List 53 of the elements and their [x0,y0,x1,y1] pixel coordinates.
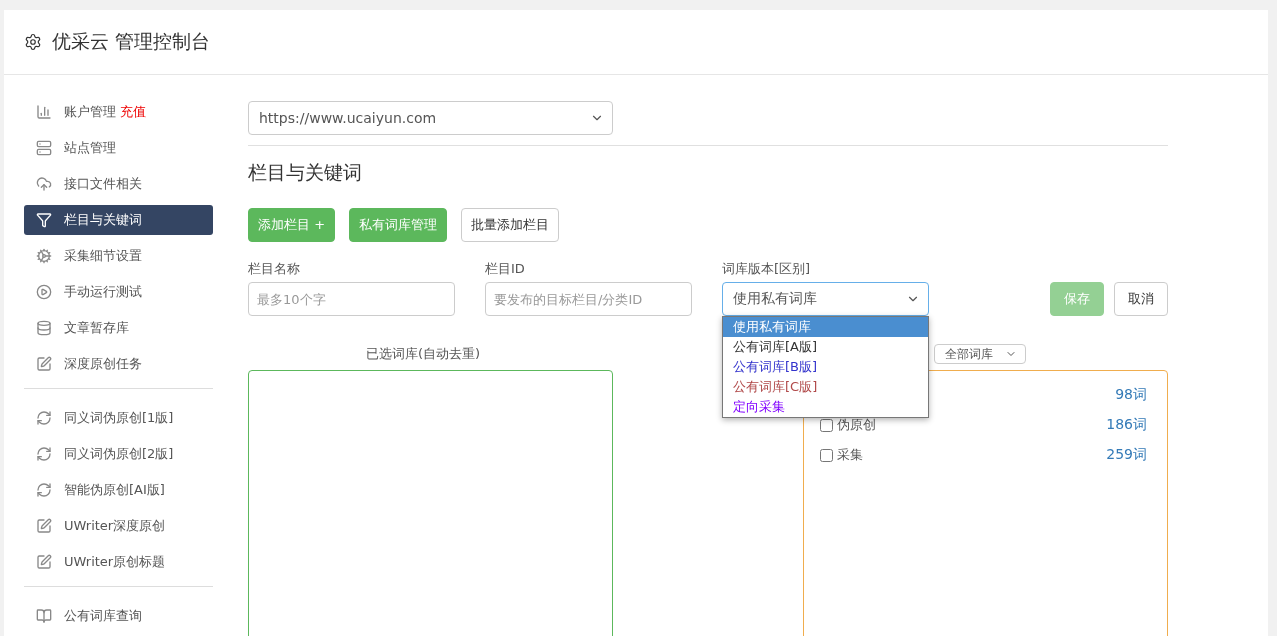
sidebar-item[interactable]: 文章暂存库 [24,313,213,343]
cloud-upload-icon [36,176,52,192]
field-label: 栏目名称 [248,260,301,278]
refresh-icon [36,482,52,498]
filter-icon [36,212,52,228]
action-button[interactable]: 批量添加栏目 [461,208,560,242]
play-icon [36,284,52,300]
library-checkbox[interactable] [820,418,833,432]
section-title: 栏目与关键词 [248,160,363,185]
library-name: 采集 [837,446,863,464]
settings-icon [24,33,42,51]
library-name: 伪原创 [837,416,876,434]
sidebar-item[interactable]: UWriter深度原创 [24,511,213,541]
sidebar-item[interactable]: 同义词伪原创[2版] [24,439,213,469]
edit-icon [36,518,52,534]
sidebar-item[interactable]: 手动运行测试 [24,277,213,307]
sidebar-item[interactable]: 接口文件相关 [24,169,213,199]
dropdown-option[interactable]: 定向采集 [723,397,928,417]
field-label: 词库版本[区别] [722,260,812,278]
word-count: 98词 [1115,386,1147,404]
dropdown-option[interactable]: 公有词库[A版] [723,337,928,357]
sidebar-item[interactable]: 栏目与关键词 [24,205,213,235]
refresh-icon [36,410,52,426]
edit-icon [36,554,52,570]
page-title: 优采云 管理控制台 [52,29,211,54]
selected-label: 已选词库(自动去重) [366,345,481,363]
sidebar-item[interactable]: 智能伪原创[AI版] [24,475,213,505]
sidebar-item[interactable]: UWriter原创标题 [24,547,213,577]
sidebar-item[interactable]: 账户管理 充值 [24,97,213,127]
bar-chart-icon [36,104,52,120]
server-icon [36,140,52,156]
version-select[interactable]: 使用私有词库 [722,282,929,316]
database-icon [36,320,52,336]
library-checkbox[interactable] [820,448,833,462]
site-select[interactable]: https://www.ucaiyun.com [248,101,613,135]
filter-select[interactable]: 全部词库 [934,344,1026,364]
edit-icon [36,356,52,372]
refresh-icon [36,446,52,462]
dropdown-option[interactable]: 公有词库[B版] [723,357,928,377]
field-label: 栏目ID [485,260,526,278]
gears-icon [36,248,52,264]
sidebar-item[interactable]: 同义词伪原创[1版] [24,403,213,433]
cancel-button[interactable]: 取消 [1114,282,1168,316]
sidebar-item[interactable]: 公有词库查询 [24,601,213,631]
sidebar-item[interactable]: 站点管理 [24,133,213,163]
name-input[interactable]: 最多10个字 [248,282,455,316]
dropdown-option[interactable]: 公有词库[C版] [723,377,928,397]
sidebar-item[interactable]: 深度原创任务 [24,349,213,379]
id-input[interactable]: 要发布的目标栏目/分类ID [485,282,692,316]
word-count: 259词 [1106,446,1147,464]
word-count: 186词 [1106,416,1147,434]
sidebar-item[interactable]: 采集细节设置 [24,241,213,271]
book-icon [36,608,52,624]
